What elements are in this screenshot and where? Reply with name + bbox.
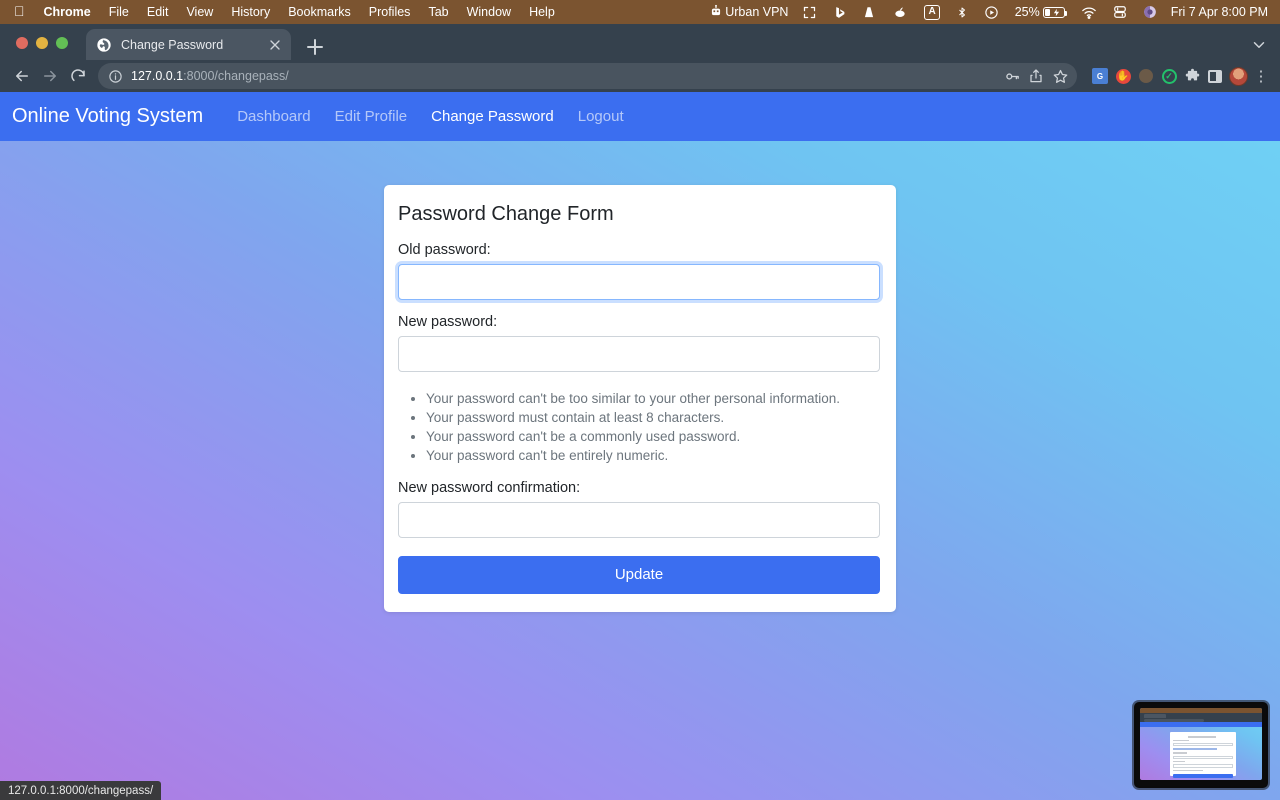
arrow-back-icon[interactable] xyxy=(8,62,36,90)
new-password-confirmation-label: New password confirmation: xyxy=(398,479,581,496)
app-blob-icon[interactable] xyxy=(884,5,916,19)
help-item: Your password must contain at least 8 ch… xyxy=(426,409,882,428)
bing-b-icon[interactable] xyxy=(825,5,854,20)
page-title: Password Change Form xyxy=(398,203,614,225)
site-navbar: Online Voting System Dashboard Edit Prof… xyxy=(0,92,1280,141)
browser-tab[interactable]: Change Password xyxy=(86,29,291,60)
old-password-input[interactable] xyxy=(398,264,880,300)
help-item: Your password can't be a commonly used p… xyxy=(426,428,882,447)
nav-link-edit-profile[interactable]: Edit Profile xyxy=(323,108,420,125)
input-source-indicator[interactable]: A xyxy=(916,4,947,20)
thumb-chrome xyxy=(1140,713,1262,722)
menu-item-file[interactable]: File xyxy=(100,5,138,19)
menu-item-chrome[interactable]: Chrome xyxy=(35,5,100,19)
battery-charging-icon xyxy=(1042,6,1068,18)
extensions-puzzle-icon[interactable] xyxy=(1181,65,1203,87)
macos-menu-bar:  Chrome File Edit View History Bookmark… xyxy=(0,0,1280,24)
menu-item-profiles[interactable]: Profiles xyxy=(360,5,420,19)
control-center-icon[interactable] xyxy=(1105,5,1135,19)
page-viewport: Online Voting System Dashboard Edit Prof… xyxy=(0,92,1280,800)
vlc-cone-icon[interactable] xyxy=(854,5,884,20)
plus-icon[interactable] xyxy=(303,35,327,59)
menu-item-edit[interactable]: Edit xyxy=(138,5,178,19)
zoom-window-button[interactable] xyxy=(56,37,68,49)
chrome-window-chrome: Change Password 127.0.0.1:8000/changepas… xyxy=(0,24,1280,92)
help-item: Your password can't be too similar to yo… xyxy=(426,390,882,409)
address-bar[interactable]: 127.0.0.1:8000/changepass/ xyxy=(98,63,1077,89)
honey-icon[interactable] xyxy=(1135,65,1157,87)
site-brand[interactable]: Online Voting System xyxy=(12,105,203,128)
address-bar-actions xyxy=(1001,65,1071,87)
screen-share-thumbnail-content xyxy=(1140,708,1262,780)
battery-percent-label: 25% xyxy=(1014,5,1040,19)
password-change-card: Password Change Form Old password: New p… xyxy=(384,185,896,612)
url-path: :8000/changepass/ xyxy=(183,69,289,83)
menu-item-help[interactable]: Help xyxy=(520,5,564,19)
tab-title: Change Password xyxy=(121,37,224,52)
nav-link-dashboard[interactable]: Dashboard xyxy=(225,108,322,125)
siri-icon[interactable] xyxy=(1135,5,1165,19)
close-icon[interactable] xyxy=(267,37,283,53)
address-bar-url: 127.0.0.1:8000/changepass/ xyxy=(131,69,289,83)
minimize-window-button[interactable] xyxy=(36,37,48,49)
grammarly-check-icon[interactable]: ✓ xyxy=(1158,65,1180,87)
google-translate-icon[interactable]: G xyxy=(1089,65,1111,87)
help-item: Your password can't be entirely numeric. xyxy=(426,447,882,466)
menu-item-window[interactable]: Window xyxy=(458,5,520,19)
star-icon[interactable] xyxy=(1049,65,1071,87)
battery-status-item[interactable]: 25% xyxy=(1007,5,1073,19)
key-icon[interactable] xyxy=(1001,65,1023,87)
navbar-links: Dashboard Edit Profile Change Password L… xyxy=(225,108,635,125)
extensions-area: G ✋ ✓ ⋮ xyxy=(1085,65,1272,87)
new-password-label: New password: xyxy=(398,314,498,330)
kebab-menu-icon[interactable]: ⋮ xyxy=(1250,65,1272,87)
new-password-input[interactable] xyxy=(398,336,880,372)
globe-favicon-icon xyxy=(96,37,112,53)
apple-logo-icon[interactable]:  xyxy=(8,4,35,20)
nav-link-change-password[interactable]: Change Password xyxy=(419,108,566,125)
thumb-navbar xyxy=(1140,722,1262,727)
play-circle-icon[interactable] xyxy=(976,5,1007,20)
link-status-bubble: 127.0.0.1:8000/changepass/ xyxy=(0,781,162,800)
arrows-expand-icon[interactable] xyxy=(794,5,825,20)
arrow-forward-icon[interactable] xyxy=(36,62,64,90)
update-button[interactable]: Update xyxy=(398,555,880,594)
password-help-list: Your password can't be too similar to yo… xyxy=(398,390,882,466)
menu-bar-app-menus:  Chrome File Edit View History Bookmark… xyxy=(8,4,564,20)
window-controls xyxy=(16,37,68,49)
menu-item-history[interactable]: History xyxy=(222,5,279,19)
avatar[interactable] xyxy=(1227,65,1249,87)
side-panel-icon[interactable] xyxy=(1204,65,1226,87)
screen-share-thumbnail[interactable] xyxy=(1134,702,1268,788)
new-password-confirmation-input[interactable] xyxy=(398,501,880,538)
input-source-label: A xyxy=(924,4,940,20)
menu-item-bookmarks[interactable]: Bookmarks xyxy=(279,5,360,19)
thumb-card xyxy=(1170,732,1236,779)
chevron-down-icon[interactable] xyxy=(1250,36,1268,54)
reload-icon[interactable] xyxy=(64,62,92,90)
menu-item-view[interactable]: View xyxy=(177,5,222,19)
old-password-label: Old password: xyxy=(398,242,491,258)
robot-icon xyxy=(709,4,723,21)
close-window-button[interactable] xyxy=(16,37,28,49)
tab-strip: Change Password xyxy=(0,24,1280,60)
menu-item-tab[interactable]: Tab xyxy=(419,5,457,19)
bluetooth-icon[interactable] xyxy=(948,5,976,20)
menu-bar-clock[interactable]: Fri 7 Apr 8:00 PM xyxy=(1165,5,1272,19)
nav-link-logout[interactable]: Logout xyxy=(566,108,636,125)
adblock-hand-icon[interactable]: ✋ xyxy=(1112,65,1134,87)
menu-bar-status-items: Urban VPN A 25% Fri 7 Apr 8:00 PM xyxy=(703,4,1272,21)
wifi-icon[interactable] xyxy=(1073,6,1105,19)
url-host: 127.0.0.1 xyxy=(131,69,184,83)
share-icon[interactable] xyxy=(1025,65,1047,87)
urban-vpn-status-item[interactable]: Urban VPN xyxy=(703,4,794,21)
urban-vpn-label: Urban VPN xyxy=(725,5,789,19)
info-circle-icon[interactable] xyxy=(108,69,123,84)
browser-toolbar: 127.0.0.1:8000/changepass/ G ✋ ✓ ⋮ xyxy=(0,60,1280,92)
